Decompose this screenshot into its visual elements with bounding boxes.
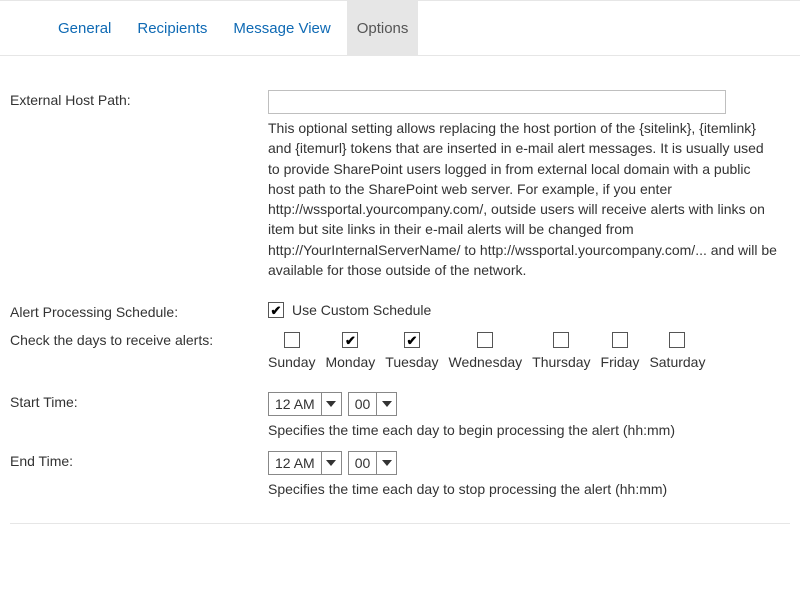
end-time-hour-value: 12 AM — [269, 455, 321, 471]
day-sunday: Sunday — [268, 332, 315, 370]
tab-bar: General Recipients Message View Options — [0, 0, 800, 56]
tab-recipients[interactable]: Recipients — [127, 1, 217, 55]
tab-general[interactable]: General — [48, 1, 121, 55]
chevron-down-icon — [321, 393, 341, 415]
end-time-label: End Time: — [10, 451, 268, 469]
use-custom-schedule-checkbox[interactable] — [268, 302, 284, 318]
end-time-help: Specifies the time each day to stop proc… — [268, 479, 778, 499]
day-sunday-label: Sunday — [268, 354, 315, 370]
day-monday-label: Monday — [325, 354, 375, 370]
day-friday-checkbox[interactable] — [612, 332, 628, 348]
external-host-path-label: External Host Path: — [10, 90, 268, 108]
end-time-hour-select[interactable]: 12 AM — [268, 451, 342, 475]
day-wednesday-checkbox[interactable] — [477, 332, 493, 348]
chevron-down-icon — [321, 452, 341, 474]
days-group: Sunday Monday Tuesday Wednesday Thursday — [268, 332, 790, 370]
day-wednesday: Wednesday — [448, 332, 522, 370]
start-time-hour-select[interactable]: 12 AM — [268, 392, 342, 416]
options-panel: External Host Path: This optional settin… — [0, 56, 800, 524]
day-thursday-label: Thursday — [532, 354, 590, 370]
alert-schedule-label: Alert Processing Schedule: — [10, 302, 268, 320]
end-time-minute-select[interactable]: 00 — [348, 451, 398, 475]
end-time-minute-value: 00 — [349, 455, 377, 471]
day-saturday-checkbox[interactable] — [669, 332, 685, 348]
check-days-label: Check the days to receive alerts: — [10, 330, 268, 348]
day-monday-checkbox[interactable] — [342, 332, 358, 348]
day-thursday-checkbox[interactable] — [553, 332, 569, 348]
start-time-hour-value: 12 AM — [269, 396, 321, 412]
start-time-minute-select[interactable]: 00 — [348, 392, 398, 416]
start-time-label: Start Time: — [10, 392, 268, 410]
day-saturday-label: Saturday — [649, 354, 705, 370]
tab-message-view[interactable]: Message View — [223, 1, 340, 55]
day-thursday: Thursday — [532, 332, 590, 370]
start-time-minute-value: 00 — [349, 396, 377, 412]
day-monday: Monday — [325, 332, 375, 370]
day-sunday-checkbox[interactable] — [284, 332, 300, 348]
day-wednesday-label: Wednesday — [448, 354, 522, 370]
tab-options[interactable]: Options — [347, 1, 419, 55]
day-saturday: Saturday — [649, 332, 705, 370]
day-tuesday-label: Tuesday — [385, 354, 438, 370]
day-friday-label: Friday — [601, 354, 640, 370]
day-tuesday-checkbox[interactable] — [404, 332, 420, 348]
chevron-down-icon — [376, 452, 396, 474]
divider — [10, 523, 790, 524]
start-time-help: Specifies the time each day to begin pro… — [268, 420, 778, 440]
external-host-path-input[interactable] — [268, 90, 726, 114]
day-tuesday: Tuesday — [385, 332, 438, 370]
chevron-down-icon — [376, 393, 396, 415]
day-friday: Friday — [601, 332, 640, 370]
external-host-path-help: This optional setting allows replacing t… — [268, 118, 778, 280]
use-custom-schedule-text: Use Custom Schedule — [292, 302, 431, 318]
